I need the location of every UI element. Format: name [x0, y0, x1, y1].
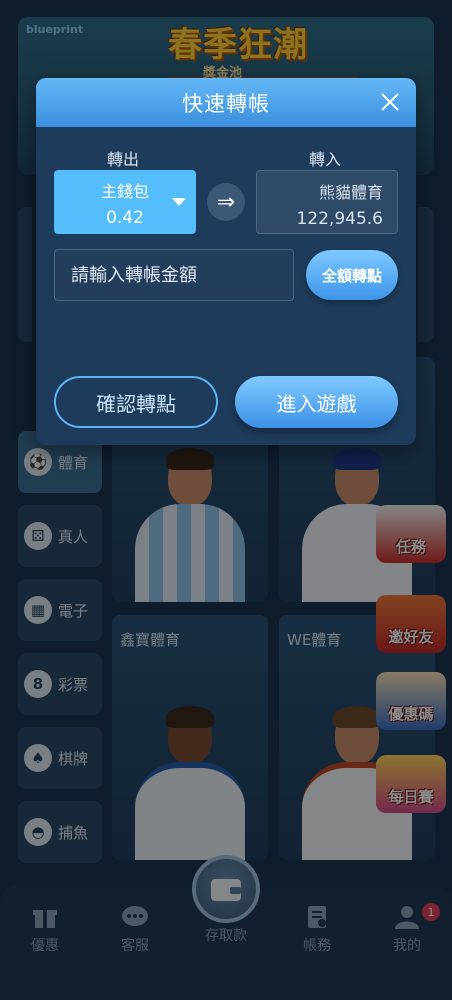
arrow-right-icon: ⇒ — [216, 189, 236, 215]
source-wallet-balance: 0.42 — [106, 208, 144, 228]
dialog-header: 快速轉帳 — [36, 78, 416, 127]
target-wallet-display[interactable]: 熊貓體育 122,945.6 — [256, 170, 398, 234]
transfer-out-label: 轉出 — [107, 150, 140, 169]
transfer-in-label: 轉入 — [309, 150, 342, 169]
target-wallet-name: 熊貓體育 — [318, 183, 383, 202]
close-icon[interactable] — [378, 90, 402, 114]
amount-input[interactable] — [54, 249, 294, 301]
dialog-title: 快速轉帳 — [182, 91, 270, 116]
quick-transfer-dialog: 快速轉帳 轉出 轉入 主錢包 0.42 ⇒ 熊貓體育 122,945.6 全額轉… — [36, 78, 416, 445]
target-wallet-balance: 122,945.6 — [296, 209, 383, 229]
chevron-down-icon — [172, 198, 186, 206]
swap-direction-button[interactable]: ⇒ — [207, 183, 245, 221]
confirm-transfer-button[interactable]: 確認轉點 — [54, 376, 218, 428]
transfer-all-button[interactable]: 全額轉點 — [306, 250, 398, 300]
source-wallet-select[interactable]: 主錢包 0.42 — [54, 170, 196, 234]
enter-game-button[interactable]: 進入遊戲 — [235, 376, 398, 428]
